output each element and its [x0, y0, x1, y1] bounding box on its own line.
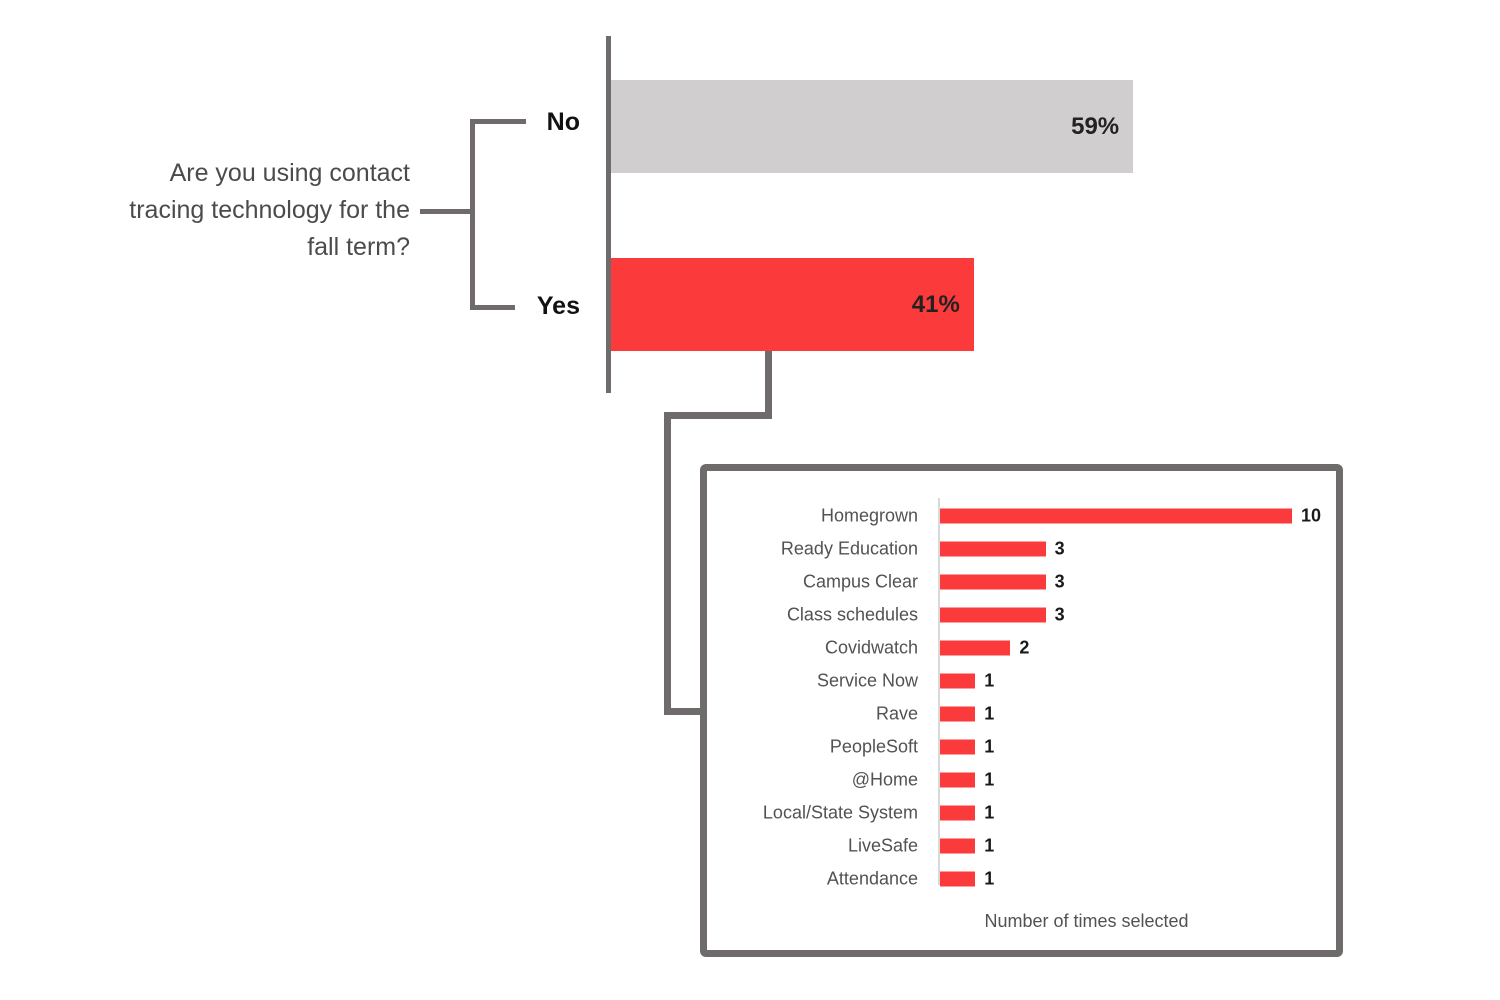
detail-row-value: 1 — [984, 868, 995, 888]
detail-row-value: 3 — [1054, 604, 1065, 624]
detail-row: Attendance 1 — [707, 862, 1336, 895]
bar-value-yes: 41% — [911, 290, 960, 318]
detail-row-bar — [940, 574, 1046, 589]
detail-row-label: Class schedules — [786, 604, 918, 624]
bar-yes: 41% — [611, 258, 974, 351]
detail-row: Rave 1 — [707, 697, 1336, 730]
detail-row-bar — [940, 607, 1046, 622]
detail-row-bar — [940, 706, 976, 721]
category-label-yes: Yes — [536, 292, 580, 320]
detail-row: Covidwatch 2 — [707, 631, 1336, 664]
detail-callout-box: Homegrown 10 Ready Education 3 Campus Clear 3… — [700, 464, 1343, 957]
detail-row-bar — [940, 871, 976, 886]
detail-row: PeopleSoft 1 — [707, 730, 1336, 763]
chart-canvas: Are you using contact tracing technology… — [0, 0, 1500, 1000]
detail-row-value: 1 — [984, 670, 995, 690]
detail-row-label: PeopleSoft — [829, 736, 918, 756]
detail-row: Class schedules 3 — [707, 598, 1336, 631]
detail-row-label: Service Now — [816, 670, 918, 690]
detail-row-value: 1 — [984, 736, 995, 756]
detail-row-bar — [940, 673, 976, 688]
detail-row-value: 1 — [984, 769, 995, 789]
detail-row: LiveSafe 1 — [707, 829, 1336, 862]
detail-row-value: 1 — [984, 802, 995, 822]
detail-row-value: 1 — [984, 703, 995, 723]
bar-value-no: 59% — [1071, 112, 1120, 140]
detail-row-label: Ready Education — [780, 538, 918, 558]
category-label-no: No — [546, 108, 580, 136]
detail-row-bar — [940, 805, 976, 820]
bracket-stem — [420, 209, 472, 214]
detail-row-label: Local/State System — [762, 802, 918, 822]
detail-row-label: Homegrown — [820, 505, 918, 525]
detail-row-value: 1 — [984, 835, 995, 855]
detail-row-label: LiveSafe — [847, 835, 918, 855]
detail-row-value: 3 — [1054, 538, 1065, 558]
detail-chart-plot: Homegrown 10 Ready Education 3 Campus Clear 3… — [707, 471, 1336, 950]
detail-row-bar — [940, 838, 976, 853]
question-text: Are you using contact tracing technology… — [129, 159, 410, 261]
detail-row-value: 3 — [1054, 571, 1065, 591]
detail-axis-title: Number of times selected — [984, 911, 1189, 931]
bracket-spine — [470, 119, 475, 310]
detail-row: Campus Clear 3 — [707, 565, 1336, 598]
detail-row-bar — [940, 640, 1011, 655]
detail-row-label: Rave — [875, 703, 918, 723]
detail-row-bar — [940, 739, 976, 754]
detail-row: Service Now 1 — [707, 664, 1336, 697]
detail-row-value: 2 — [1019, 637, 1030, 657]
detail-row: Ready Education 3 — [707, 532, 1336, 565]
connector-segment-1 — [765, 351, 772, 419]
detail-row-bar — [940, 508, 1292, 523]
detail-row-label: Attendance — [826, 868, 918, 888]
detail-row-bar — [940, 541, 1046, 556]
connector-segment-2 — [664, 412, 772, 419]
detail-row-bar — [940, 772, 976, 787]
detail-row: Local/State System 1 — [707, 796, 1336, 829]
detail-row-label: Campus Clear — [802, 571, 918, 591]
connector-segment-3 — [664, 412, 671, 715]
detail-row: @Home 1 — [707, 763, 1336, 796]
detail-row-label: Covidwatch — [824, 637, 918, 657]
detail-row-label: @Home — [851, 769, 918, 789]
detail-row: Homegrown 10 — [707, 499, 1336, 532]
bar-no: 59% — [611, 80, 1134, 173]
detail-row-value: 10 — [1301, 505, 1322, 525]
